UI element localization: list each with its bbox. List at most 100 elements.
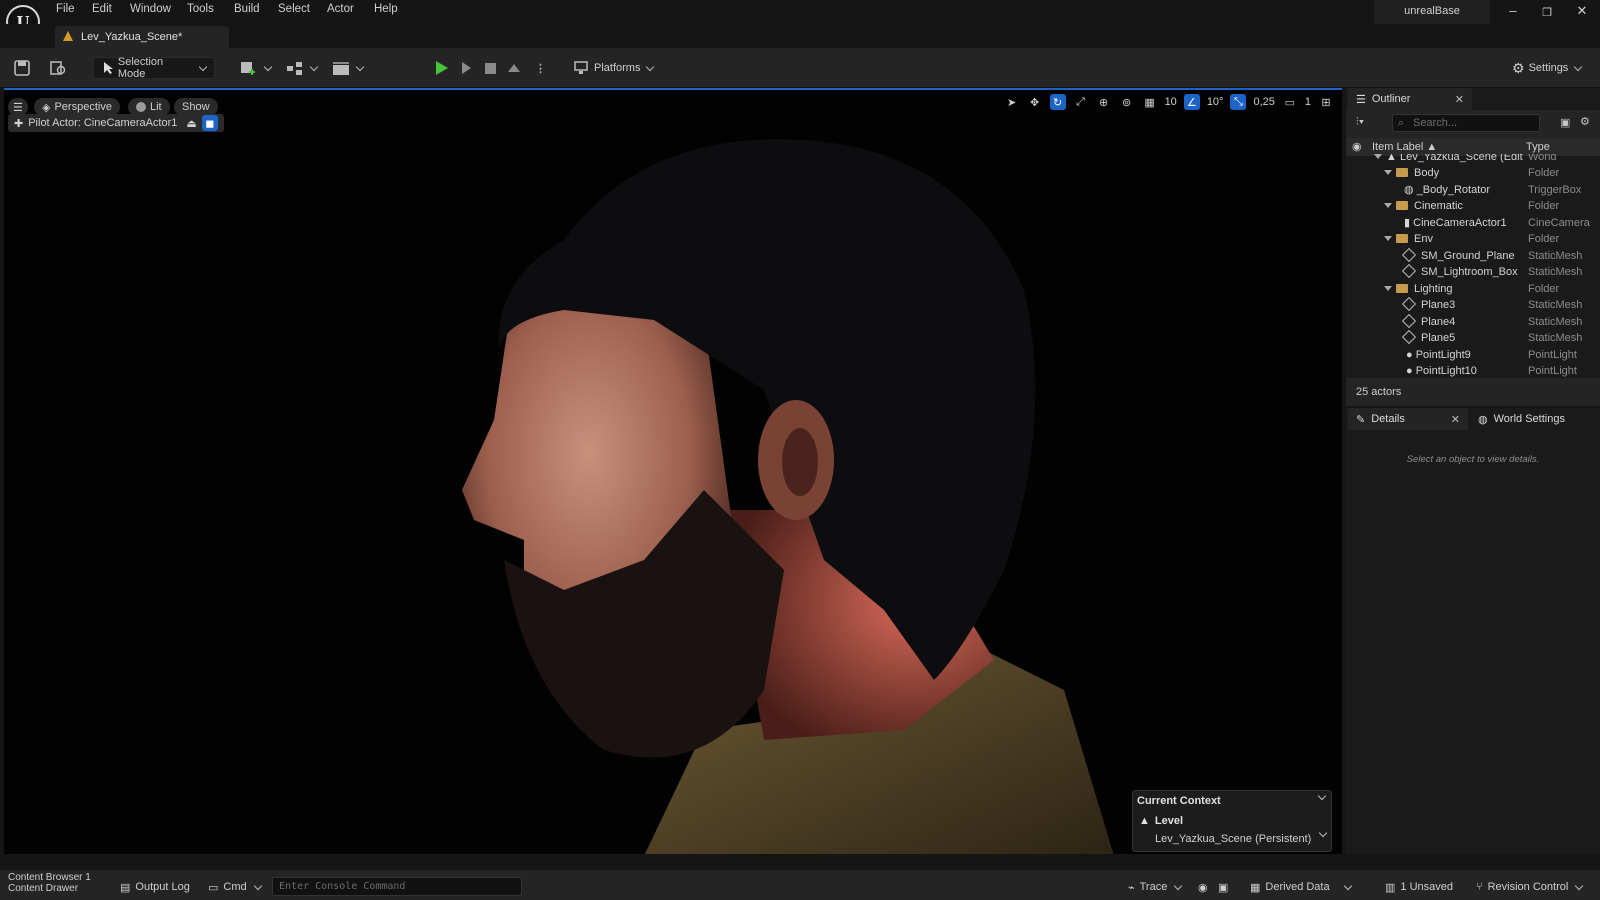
console-command-input[interactable]: Enter Console Command	[272, 877, 522, 896]
outliner-search-row: ⫶▾ ⌕ Search... ▣ ⚙	[1346, 110, 1600, 138]
list-item[interactable]: Lighting Folder	[1346, 281, 1600, 298]
record-button[interactable]: ◉	[1198, 878, 1208, 896]
close-icon[interactable]: ✕	[1455, 93, 1464, 106]
list-item[interactable]: Plane5 StaticMesh	[1346, 329, 1600, 347]
minimize-button[interactable]: –	[1503, 3, 1523, 18]
camera-speed-icon[interactable]: ▭	[1282, 94, 1298, 110]
details-empty-message: Select an object to view details.	[1406, 454, 1540, 465]
unsaved-button[interactable]: ▥ 1 Unsaved	[1385, 878, 1453, 896]
browse-button[interactable]	[50, 57, 66, 79]
level-tab[interactable]: Lev_Yazkua_Scene*	[55, 26, 229, 49]
screenshot-button[interactable]: ▣	[1218, 878, 1228, 896]
eject-icon	[508, 64, 520, 72]
menu-file[interactable]: File	[56, 3, 75, 15]
chevron-down-icon	[1575, 881, 1584, 890]
chevron-down-icon	[355, 62, 365, 71]
show-label: Show	[182, 101, 210, 113]
scale-snap-icon[interactable]: ⤡	[1230, 94, 1247, 110]
list-item[interactable]: Plane3 StaticMesh	[1346, 296, 1600, 314]
menu-build[interactable]: Build	[234, 3, 260, 15]
list-item[interactable]: ▮ CineCameraActor1 CineCamera	[1346, 215, 1600, 232]
selection-mode-dropdown[interactable]: Selection Mode	[93, 56, 215, 80]
blueprints-button[interactable]	[286, 57, 319, 79]
gear-icon[interactable]: ⚙	[1580, 115, 1590, 128]
level-viewport[interactable]: ☰ ◈ Perspective Lit Show ✚ Pilot Actor: …	[4, 88, 1342, 854]
list-item[interactable]: ▲ Lev_Yazkua_Scene (Edit World	[1346, 154, 1600, 166]
layout-icon[interactable]: ⊞	[1318, 94, 1334, 110]
list-item[interactable]: Env Folder	[1346, 231, 1600, 248]
lit-icon	[136, 102, 146, 112]
settings-dropdown[interactable]: ⚙ Settings	[1512, 57, 1583, 79]
menu-tools[interactable]: Tools	[187, 3, 214, 15]
item-label-column[interactable]: Item Label ▲	[1372, 141, 1437, 153]
camera-speed-value[interactable]: 1	[1305, 96, 1311, 108]
surface-snap-icon[interactable]: ⊚	[1119, 94, 1135, 110]
eject-pilot-icon[interactable]: ⏏	[186, 117, 196, 130]
rotate-tool-icon[interactable]: ↻	[1049, 94, 1066, 110]
cursor-icon	[104, 62, 113, 74]
list-item[interactable]: ◍ _Body_Rotator TriggerBox	[1346, 182, 1600, 199]
details-panel: ✎ Details ✕ ◍ World Settings Select an o…	[1346, 408, 1600, 854]
save-icon	[14, 60, 30, 76]
outliner-search-input[interactable]: ⌕ Search...	[1392, 114, 1540, 132]
chevron-down-icon[interactable]	[1317, 791, 1327, 801]
rotation-snap-value[interactable]: 10°	[1207, 96, 1224, 108]
advance-frame-button[interactable]	[462, 57, 471, 79]
camera-icon: ▮	[1404, 217, 1411, 229]
visibility-eye-icon[interactable]: ◉	[1352, 140, 1362, 153]
close-icon[interactable]: ✕	[1451, 413, 1460, 426]
grid-snap-icon[interactable]: ▦	[1142, 94, 1158, 110]
point-light-icon: ●	[1406, 349, 1413, 361]
globe-icon: ◍	[1478, 413, 1488, 426]
menu-window[interactable]: Window	[130, 3, 171, 15]
search-placeholder: Search...	[1413, 117, 1458, 129]
type-column[interactable]: Type	[1526, 141, 1550, 153]
menu-help[interactable]: Help	[374, 3, 398, 15]
details-tab[interactable]: ✎ Details ✕	[1348, 408, 1468, 430]
menu-select[interactable]: Select	[278, 3, 310, 15]
derived-data-dropdown[interactable]: ▦ Derived Data	[1250, 878, 1352, 896]
static-mesh-icon	[1401, 313, 1417, 329]
translate-tool-icon[interactable]: ✥	[1027, 94, 1043, 110]
list-item[interactable]: ● PointLight10 PointLight	[1346, 363, 1600, 379]
scale-tool-icon[interactable]: ⤢	[1073, 94, 1089, 110]
play-options-button[interactable]: ⋮	[535, 57, 546, 79]
folder-icon	[1396, 168, 1408, 177]
play-button[interactable]	[436, 57, 448, 79]
save-button[interactable]	[14, 57, 30, 79]
outliner-tab[interactable]: ☰ Outliner ✕	[1348, 88, 1472, 110]
restore-button[interactable]: ❐	[1537, 6, 1557, 19]
static-mesh-icon	[1401, 296, 1417, 312]
blueprint-icon	[287, 62, 302, 75]
stop-button[interactable]	[485, 57, 496, 79]
cinematics-button[interactable]	[332, 57, 365, 79]
list-item[interactable]: Cinematic Folder	[1346, 198, 1600, 215]
add-content-button[interactable]	[240, 57, 273, 79]
menu-edit[interactable]: Edit	[92, 3, 112, 15]
platforms-dropdown[interactable]: Platforms	[574, 57, 655, 79]
eject-button[interactable]	[508, 57, 520, 79]
output-log-button[interactable]: ▤ Output Log	[120, 878, 190, 896]
lit-label: Lit	[150, 101, 162, 113]
world-settings-tab[interactable]: ◍ World Settings	[1470, 408, 1573, 430]
cmd-dropdown[interactable]: ▭ Cmd	[208, 878, 262, 896]
menu-actor[interactable]: Actor	[327, 3, 354, 15]
rotation-snap-icon[interactable]: ∠	[1183, 94, 1200, 110]
close-window-button[interactable]: ✕	[1572, 3, 1592, 19]
list-item[interactable]: ● PointLight9 PointLight	[1346, 347, 1600, 364]
filter-icon[interactable]: ⫶▾	[1356, 116, 1364, 129]
content-drawer-button[interactable]: Content Browser 1 Content Drawer	[8, 872, 91, 898]
trace-dropdown[interactable]: ⌁ Trace	[1128, 878, 1183, 896]
context-level-dropdown[interactable]: Lev_Yazkua_Scene (Persistent)	[1155, 828, 1328, 845]
list-item[interactable]: Body Folder	[1346, 165, 1600, 182]
scale-snap-value[interactable]: 0,25	[1253, 96, 1274, 108]
world-space-icon[interactable]: ⊕	[1096, 94, 1112, 110]
list-item[interactable]: SM_Ground_Plane StaticMesh	[1346, 247, 1600, 265]
select-tool-icon[interactable]: ➤	[1004, 94, 1020, 110]
grid-snap-value[interactable]: 10	[1165, 96, 1177, 108]
list-item[interactable]: Plane4 StaticMesh	[1346, 313, 1600, 331]
list-item[interactable]: SM_Lightroom_Box StaticMesh	[1346, 263, 1600, 281]
revision-control-dropdown[interactable]: ⑂ Revision Control	[1476, 878, 1584, 896]
camera-view-icon[interactable]: ◼	[201, 115, 218, 131]
add-folder-icon[interactable]: ▣	[1560, 116, 1570, 129]
